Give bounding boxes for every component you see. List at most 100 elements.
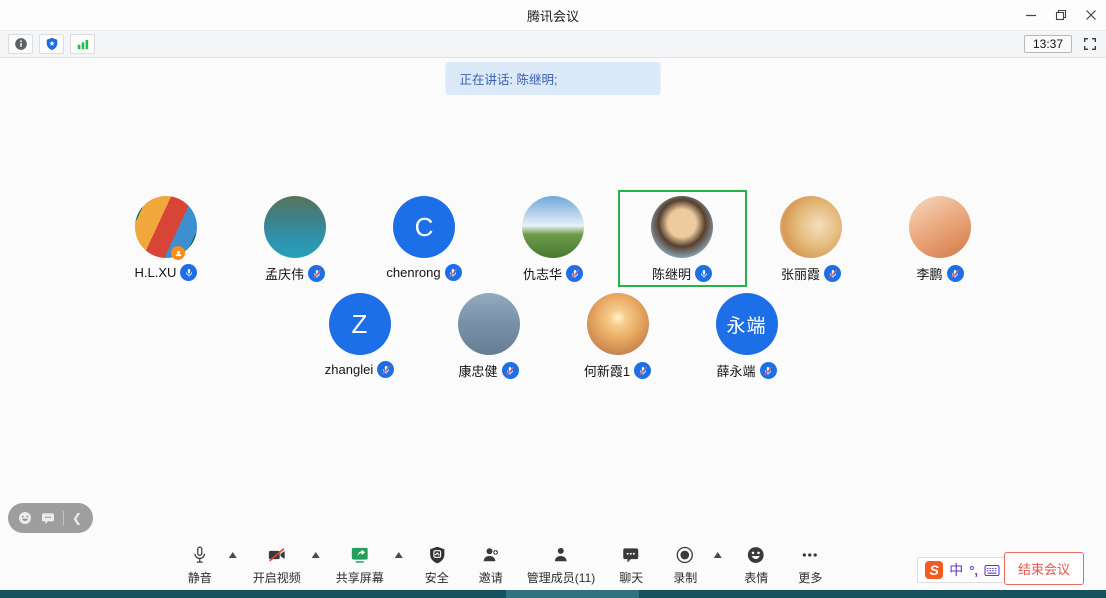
participant-name: zhanglei (325, 362, 373, 377)
status-icons (8, 34, 95, 54)
toolbar-more-button[interactable]: 更多 (792, 544, 828, 586)
participant-nameline: zhanglei (325, 361, 394, 378)
participant-cell[interactable]: 陈继明 (618, 190, 747, 287)
restore-button[interactable] (1046, 0, 1076, 30)
participant-avatar (264, 196, 326, 258)
submenu-arrow-icon[interactable] (395, 552, 403, 558)
participant-cell[interactable]: 李鹏 (876, 190, 1005, 287)
network-quality-button[interactable] (70, 34, 95, 54)
toolbar-item-label: 安全 (425, 569, 449, 586)
participant-nameline: 何新霞1 (584, 361, 651, 380)
participant-letter-avatar: Z (329, 293, 391, 355)
toolbar-microphone-button[interactable]: 静音 (182, 544, 218, 586)
participant-name: H.L.XU (135, 265, 177, 280)
participant-cell[interactable]: Z zhanglei (295, 287, 424, 384)
participant-name: 陈继明 (652, 264, 691, 283)
signal-bars-icon (76, 37, 90, 51)
mic-muted-icon (445, 264, 462, 281)
ime-punctuation-mode[interactable]: °, (969, 563, 978, 578)
mic-muted-icon (377, 361, 394, 378)
mic-unmuted-icon (695, 265, 712, 282)
close-button[interactable] (1076, 0, 1106, 30)
status-toolbar: 13:37 (0, 30, 1106, 58)
meeting-security-status-button[interactable] (39, 34, 64, 54)
participant-cell[interactable]: 张丽霞 (747, 190, 876, 287)
participant-name: 李鹏 (916, 264, 942, 283)
toolbar-invite-button[interactable]: 邀请 (473, 544, 509, 586)
toolbar-camera-off-button[interactable]: 开启视频 (253, 544, 301, 586)
meeting-info-button[interactable] (8, 34, 33, 54)
ime-language-mode[interactable]: 中 (949, 560, 963, 580)
participant-nameline: 康忠健 (458, 361, 518, 380)
participant-avatar (522, 196, 584, 258)
participant-name: 康忠健 (458, 361, 497, 380)
participant-cell[interactable]: 永端 薛永端 (682, 287, 811, 384)
invite-icon (480, 544, 502, 566)
participant-cell[interactable]: H.L.XU (102, 190, 231, 287)
members-icon (551, 544, 571, 566)
participant-avatar (651, 196, 713, 258)
host-badge-icon (171, 246, 185, 260)
quick-reaction-panel: ❮ (8, 503, 93, 533)
participant-letter-avatar: 永端 (716, 293, 778, 355)
participant-avatar (780, 196, 842, 258)
toolbar-item-label: 聊天 (619, 569, 643, 586)
taskbar-active-segment (506, 590, 639, 598)
meeting-controls-toolbar: 静音 开启视频 共享屏幕 安全 邀请 管理成员(11) 聊天 录制 表情 更多 (173, 544, 837, 586)
participant-cell[interactable]: 仇志华 (489, 190, 618, 287)
participant-row: Z zhanglei 康忠健 (0, 287, 1106, 384)
toolbar-share-screen-button[interactable]: 共享屏幕 (336, 544, 384, 586)
emoji-quick-icon[interactable] (17, 510, 33, 526)
mic-unmuted-icon (180, 264, 197, 281)
security-shield-icon (427, 544, 446, 566)
ime-toolbar: S 中 °, (917, 557, 1008, 583)
toolbar-item-label: 管理成员(11) (527, 569, 595, 586)
participant-name: 何新霞1 (584, 361, 630, 380)
taskbar-edge (0, 590, 1106, 598)
participant-cell[interactable]: 何新霞1 (553, 287, 682, 384)
chat-icon (621, 544, 641, 566)
participant-cell[interactable]: 康忠健 (424, 287, 553, 384)
participant-nameline: 李鹏 (916, 264, 963, 283)
toolbar-emoji-button[interactable]: 表情 (738, 544, 774, 586)
emoji-icon (746, 544, 766, 566)
participant-avatar (587, 293, 649, 355)
participant-name: chenrong (386, 265, 440, 280)
more-icon (800, 544, 820, 566)
participant-avatar (909, 196, 971, 258)
camera-off-icon (266, 544, 288, 566)
submenu-arrow-icon[interactable] (229, 552, 237, 558)
mic-muted-icon (566, 265, 583, 282)
toolbar-members-button[interactable]: 管理成员(11) (527, 544, 595, 586)
chat-quick-icon[interactable] (40, 510, 56, 526)
participant-name: 张丽霞 (781, 264, 820, 283)
info-icon (14, 37, 28, 51)
toolbar-record-button[interactable]: 录制 (667, 544, 703, 586)
minimize-button[interactable] (1016, 0, 1046, 30)
submenu-arrow-icon[interactable] (714, 552, 722, 558)
collapse-chevron-left-icon[interactable]: ❮ (71, 512, 83, 524)
end-meeting-button[interactable]: 结束会议 (1004, 552, 1084, 585)
fullscreen-icon[interactable] (1082, 36, 1098, 52)
toolbar-chat-button[interactable]: 聊天 (613, 544, 649, 586)
submenu-arrow-icon[interactable] (312, 552, 320, 558)
participant-cell[interactable]: C chenrong (360, 190, 489, 287)
participant-name: 孟庆伟 (265, 264, 304, 283)
record-icon (675, 544, 695, 566)
mic-muted-icon (824, 265, 841, 282)
keyboard-icon[interactable] (984, 564, 1000, 577)
toolbar-item-label: 录制 (673, 569, 697, 586)
mic-muted-icon (502, 362, 519, 379)
participant-grid: H.L.XU 孟庆伟 (0, 190, 1106, 384)
participant-nameline: 仇志华 (523, 264, 583, 283)
share-screen-icon (349, 544, 371, 566)
participant-cell[interactable]: 孟庆伟 (231, 190, 360, 287)
toolbar-security-shield-button[interactable]: 安全 (419, 544, 455, 586)
participant-nameline: chenrong (386, 264, 461, 281)
participant-nameline: 张丽霞 (781, 264, 841, 283)
mic-muted-icon (308, 265, 325, 282)
sogou-logo-icon[interactable]: S (925, 561, 943, 579)
microphone-icon (190, 544, 210, 566)
now-speaking-banner: 正在讲话: 陈继明; (446, 62, 661, 95)
participant-nameline: 薛永端 (716, 361, 776, 380)
